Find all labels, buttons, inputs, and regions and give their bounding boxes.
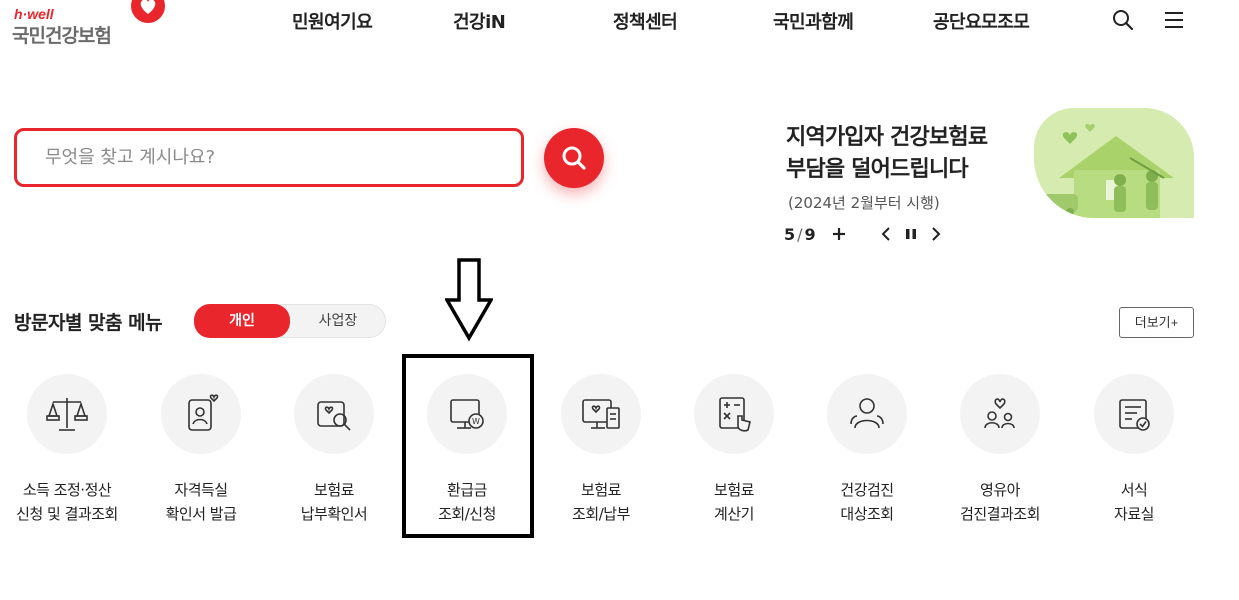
menu-icon-circle	[561, 374, 641, 454]
down-arrow-annotation-icon	[445, 258, 493, 342]
search-icon	[562, 146, 586, 170]
nav-item-policy-center[interactable]: 정책센터	[613, 8, 678, 34]
menu-label-line: 조회/납부	[572, 505, 630, 523]
menu-item-income-adjustment[interactable]: 소득 조정·정산 신청 및 결과조회	[5, 374, 129, 526]
menu-icon-circle	[161, 374, 241, 454]
menu-icon-circle	[694, 374, 774, 454]
menu-label-line: 보험료	[714, 481, 754, 499]
menu-label-line: 자료실	[1114, 505, 1154, 523]
menu-item-label: 보험료 납부확인서	[272, 478, 396, 526]
banner-house-illustration[interactable]	[1034, 108, 1194, 218]
menu-icon-circle	[294, 374, 374, 454]
chevron-left-icon[interactable]	[878, 225, 896, 243]
menu-icon-circle	[827, 374, 907, 454]
menu-item-premium-payment[interactable]: 보험료 조회/납부	[539, 374, 663, 526]
plus-icon[interactable]	[830, 225, 848, 243]
menu-label-line: 대상조회	[840, 505, 894, 523]
logo-name: 국민건강보험	[12, 25, 112, 47]
pager-separator: /	[797, 224, 803, 244]
nav-item-health-in[interactable]: 건강iN	[453, 8, 506, 34]
monitor-bill-icon	[582, 399, 620, 429]
menu-label-line: 확인서 발급	[165, 505, 237, 523]
menu-label-line: 소득 조정·정산	[22, 481, 112, 499]
menu-item-label: 건강검진 대상조회	[805, 478, 929, 526]
menu-item-forms-library[interactable]: 서식 자료실	[1072, 374, 1196, 526]
menu-label-line: 영유아	[980, 481, 1020, 499]
visitor-type-toggle: 개인 사업장	[194, 304, 386, 338]
banner-pager: 5/9	[784, 224, 958, 244]
menu-icon[interactable]	[1162, 8, 1186, 32]
document-check-icon	[1119, 399, 1150, 431]
menu-icon-circle	[27, 374, 107, 454]
menu-item-label: 자격득실 확인서 발급	[139, 478, 263, 526]
nav-item-civil-service[interactable]: 민원여기요	[292, 8, 373, 34]
banner-title-line: 부담을 덜어드립니다	[786, 157, 969, 182]
menu-label-line: 납부확인서	[300, 505, 368, 523]
menu-item-label: 영유아 검진결과조회	[938, 478, 1062, 526]
menu-item-payment-certificate[interactable]: 보험료 납부확인서	[272, 374, 396, 526]
more-button[interactable]: 더보기+	[1119, 307, 1194, 338]
menu-label-line: 건강검진	[840, 481, 894, 499]
search-icon[interactable]	[1111, 8, 1135, 32]
family-heart-icon	[984, 398, 1015, 429]
menu-item-label: 보험료 조회/납부	[539, 478, 663, 526]
menu-label-line: 계산기	[714, 505, 754, 523]
menu-label-line: 자격득실	[174, 481, 228, 499]
nav-item-with-citizens[interactable]: 국민과함께	[773, 8, 854, 34]
search-button[interactable]	[544, 128, 604, 188]
menu-label-line: 보험료	[581, 481, 621, 499]
menu-item-label: 보험료 계산기	[672, 478, 796, 526]
banner-subtitle: (2024년 2월부터 시행)	[788, 194, 940, 212]
document-search-icon	[317, 401, 351, 431]
section-title: 방문자별 맞춤 메뉴	[14, 312, 163, 334]
menu-item-qualification-certificate[interactable]: 자격득실 확인서 발급	[139, 374, 263, 526]
menu-label-line: 보험료	[314, 481, 354, 499]
menu-label-line: 검진결과조회	[960, 505, 1040, 523]
pager-current: 5	[784, 224, 796, 244]
nav-item-about-nhis[interactable]: 공단요모조모	[933, 8, 1030, 34]
menu-item-infant-checkup[interactable]: 영유아 검진결과조회	[938, 374, 1062, 526]
menu-label-line: 서식	[1120, 481, 1148, 499]
pause-icon[interactable]	[902, 225, 920, 243]
scale-icon	[46, 398, 88, 431]
highlight-box-annotation	[402, 354, 534, 538]
id-card-heart-icon	[188, 394, 219, 431]
menu-icon-circle	[960, 374, 1040, 454]
calculator-icon	[719, 397, 751, 432]
pager-total: 9	[804, 224, 816, 244]
menu-item-label: 소득 조정·정산 신청 및 결과조회	[5, 478, 129, 526]
pager-count: 5/9	[784, 225, 816, 244]
search-field[interactable]	[14, 128, 524, 187]
menu-icon-circle	[1094, 374, 1174, 454]
search-input[interactable]	[17, 131, 521, 184]
logo-tagline: h·well	[14, 6, 54, 22]
menu-label-line: 신청 및 결과조회	[16, 505, 118, 523]
banner-title-line: 지역가입자 건강보험료	[786, 125, 988, 150]
banner-title[interactable]: 지역가입자 건강보험료 부담을 덜어드립니다	[786, 122, 1026, 186]
menu-item-health-checkup[interactable]: 건강검진 대상조회	[805, 374, 929, 526]
tab-business[interactable]: 사업장	[291, 305, 385, 337]
heart-logo-icon	[131, 0, 165, 23]
chevron-right-icon[interactable]	[926, 225, 944, 243]
logo[interactable]: h·well 국민건강보험	[12, 0, 165, 48]
menu-item-label: 서식 자료실	[1072, 478, 1196, 526]
tab-personal[interactable]: 개인	[194, 304, 290, 338]
people-icon	[850, 398, 884, 429]
menu-item-premium-calculator[interactable]: 보험료 계산기	[672, 374, 796, 526]
